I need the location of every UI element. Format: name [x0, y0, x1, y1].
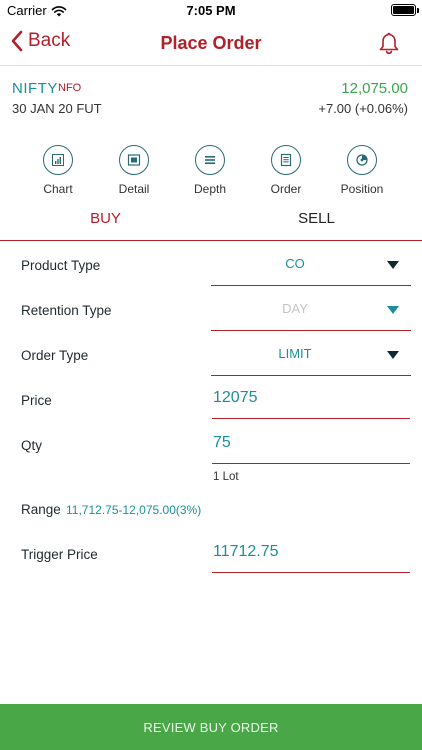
action-shortcuts: Chart Detail Depth Order Position	[0, 145, 422, 200]
depth-icon	[205, 156, 215, 164]
chart-action-button[interactable]: Chart	[20, 145, 96, 196]
retention-type-row: Retention Type DAY	[0, 289, 422, 333]
retention-type-label: Retention Type	[21, 303, 112, 318]
price-change: +7.00 (+0.06%)	[318, 101, 408, 116]
qty-label: Qty	[21, 438, 43, 453]
price-value: 12075	[213, 389, 258, 406]
price-row: Price 12075	[0, 379, 422, 423]
position-action-label: Position	[340, 182, 384, 196]
lot-size-text: 1 Lot	[213, 471, 239, 483]
detail-action-label: Detail	[118, 182, 150, 196]
back-button[interactable]: Back	[10, 30, 70, 52]
order-action-button[interactable]: Order	[248, 145, 324, 196]
depth-action-label: Depth	[193, 182, 227, 196]
instrument-quote: NIFTY NFO 30 JAN 20 FUT 12,075.00 +7.00 …	[0, 80, 422, 120]
product-type-label: Product Type	[21, 258, 101, 273]
qty-row: Qty 75	[0, 424, 422, 468]
depth-action-button[interactable]: Depth	[172, 145, 248, 196]
product-type-row: Product Type CO	[0, 244, 422, 288]
product-type-select[interactable]: CO	[211, 244, 411, 286]
order-icon	[280, 153, 292, 167]
position-action-button[interactable]: Position	[324, 145, 400, 196]
tab-sell[interactable]: SELL	[211, 203, 422, 239]
review-buy-order-button[interactable]: REVIEW BUY ORDER	[0, 704, 422, 750]
retention-type-value: DAY	[282, 301, 308, 316]
tab-buy[interactable]: BUY	[0, 203, 211, 239]
order-type-value: LIMIT	[278, 346, 312, 361]
order-type-row: Order Type LIMIT	[0, 334, 422, 378]
trigger-price-row: Trigger Price 11712.75	[0, 533, 422, 577]
instrument-symbol: NIFTY	[12, 80, 58, 97]
caret-down-icon	[387, 261, 399, 269]
chart-icon	[52, 154, 64, 166]
order-type-label: Order Type	[21, 348, 89, 363]
order-action-label: Order	[270, 182, 302, 196]
order-type-select[interactable]: LIMIT	[211, 334, 411, 376]
caret-down-icon	[387, 351, 399, 359]
chart-action-label: Chart	[43, 182, 73, 196]
price-label: Price	[21, 393, 52, 408]
position-icon	[356, 154, 368, 166]
detail-action-button[interactable]: Detail	[96, 145, 172, 196]
retention-type-select[interactable]: DAY	[211, 289, 411, 331]
exchange-badge: NFO	[58, 82, 82, 94]
contract-expiry: 30 JAN 20 FUT	[12, 101, 102, 116]
qty-value: 75	[213, 434, 231, 451]
caret-down-icon	[387, 306, 399, 314]
battery-icon	[391, 4, 419, 16]
buy-sell-tabs: BUY SELL	[0, 203, 422, 241]
product-type-value: CO	[285, 256, 305, 271]
qty-input[interactable]: 75	[212, 424, 410, 464]
trigger-price-label: Trigger Price	[21, 547, 98, 562]
trigger-price-value: 11712.75	[213, 543, 279, 560]
chevron-left-icon	[11, 30, 23, 52]
last-traded-price: 12,075.00	[341, 80, 408, 97]
navigation-bar: Back Place Order	[0, 22, 422, 66]
bell-icon[interactable]	[378, 31, 400, 55]
range-label: Range	[21, 502, 61, 517]
price-input[interactable]: 12075	[212, 379, 410, 419]
status-bar: Carrier 7:05 PM	[0, 0, 422, 22]
trigger-price-input[interactable]: 11712.75	[212, 533, 410, 573]
range-value: 11,712.75-12,075.00(3%)	[66, 503, 202, 517]
back-label: Back	[28, 30, 71, 51]
detail-icon	[127, 154, 141, 166]
status-time: 7:05 PM	[186, 3, 236, 18]
